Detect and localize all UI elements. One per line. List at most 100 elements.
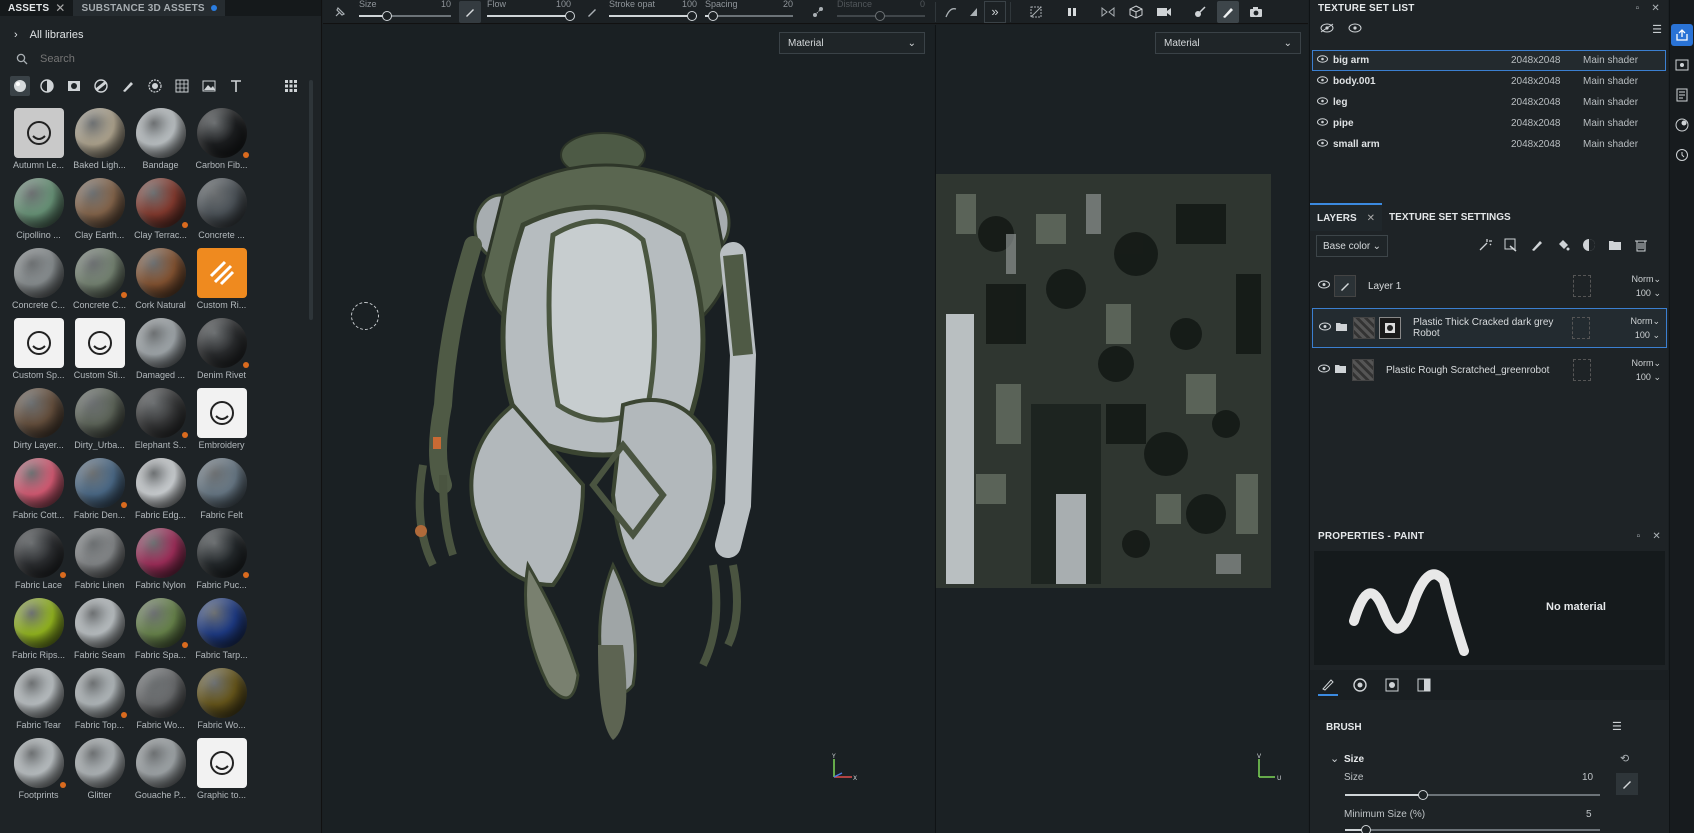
size-slider[interactable]: Size 10 — [359, 0, 451, 24]
filter-alphas-icon[interactable] — [145, 76, 165, 96]
asset-item[interactable]: Fabric Tarp... — [191, 598, 252, 663]
filter-textures-icon[interactable] — [172, 76, 192, 96]
channel-select[interactable]: Base color ⌄ — [1316, 235, 1388, 257]
filter-materials-icon[interactable] — [10, 76, 30, 96]
shader-settings-icon[interactable] — [1671, 84, 1693, 106]
asset-item[interactable]: Baked Ligh... — [69, 108, 130, 173]
lazy-mouse-icon[interactable] — [807, 1, 829, 23]
cube-icon[interactable] — [1125, 1, 1147, 23]
texture-set-row[interactable]: big arm 2048x2048 Main shader — [1312, 50, 1666, 71]
add-effect-icon[interactable] — [1476, 236, 1494, 254]
tab-substance-3d-assets[interactable]: SUBSTANCE 3D ASSETS — [73, 0, 225, 16]
add-mask-icon[interactable] — [1502, 236, 1520, 254]
asset-item[interactable]: Denim Rivet — [191, 318, 252, 383]
pin-icon[interactable] — [329, 1, 351, 23]
layer-row-folder[interactable]: Plastic Thick Cracked dark grey Robot Nor… — [1312, 308, 1667, 348]
asset-item[interactable]: Fabric Den... — [69, 458, 130, 523]
add-fill-layer-icon[interactable] — [1554, 236, 1572, 254]
asset-item[interactable]: Fabric Cott... — [8, 458, 69, 523]
stroke-opacity-knob[interactable] — [687, 11, 697, 21]
close-panel-icon[interactable]: ✕ — [1651, 3, 1660, 14]
show-all-icon[interactable] — [1348, 23, 1362, 36]
filter-environments-icon[interactable] — [199, 76, 219, 96]
size-slider-knob[interactable] — [1418, 790, 1428, 800]
asset-item[interactable]: Concrete C... — [69, 248, 130, 313]
filter-brushes-icon[interactable] — [118, 76, 138, 96]
close-icon[interactable]: ✕ — [55, 1, 65, 15]
viewport-3d[interactable]: Material ⌄ YX — [323, 25, 934, 833]
filter-filters-icon[interactable] — [91, 76, 111, 96]
layer-mask-thumbnail[interactable] — [1379, 317, 1401, 339]
asset-item[interactable]: Fabric Felt — [191, 458, 252, 523]
tab-texture-set-settings[interactable]: TEXTURE SET SETTINGS — [1382, 203, 1518, 231]
texture-set-row[interactable]: pipe 2048x2048 Main shader — [1312, 113, 1666, 134]
pause-icon[interactable] — [1061, 1, 1083, 23]
size-slider-knob[interactable] — [382, 11, 392, 21]
pen-pressure-button[interactable] — [1616, 773, 1638, 795]
asset-item[interactable]: Fabric Wo... — [191, 668, 252, 733]
asset-item[interactable]: Fabric Linen — [69, 528, 130, 593]
asset-item[interactable]: Custom Ri... — [191, 248, 252, 313]
more-tools-icon[interactable]: » — [984, 0, 1006, 23]
filter-smart-materials-icon[interactable] — [37, 76, 57, 96]
distance-knob[interactable] — [875, 11, 885, 21]
add-paint-layer-icon[interactable] — [1528, 236, 1546, 254]
visibility-eye-icon[interactable] — [1317, 76, 1333, 87]
asset-item[interactable]: Custom Sti... — [69, 318, 130, 383]
viewport-2d-mode-select[interactable]: Material ⌄ — [1155, 32, 1301, 54]
asset-item[interactable]: Concrete C... — [8, 248, 69, 313]
asset-item[interactable]: Cipollino ... — [8, 178, 69, 243]
visibility-eye-icon[interactable] — [1313, 322, 1335, 334]
alpha-tab-icon[interactable] — [1350, 674, 1370, 696]
size-slider-track[interactable] — [1345, 790, 1600, 800]
texture-set-row[interactable]: leg 2048x2048 Main shader — [1312, 92, 1666, 113]
flow-pen-pressure-icon[interactable] — [581, 1, 603, 23]
asset-item[interactable]: Clay Earth... — [69, 178, 130, 243]
visibility-eye-icon[interactable] — [1317, 139, 1333, 150]
float-panel-icon[interactable]: ▫ — [1637, 531, 1641, 542]
spacing-slider[interactable]: Spacing 20 — [705, 0, 793, 24]
flow-slider-knob[interactable] — [565, 11, 575, 21]
asset-item[interactable]: Fabric Spa... — [130, 598, 191, 663]
visibility-eye-icon[interactable] — [1317, 97, 1333, 108]
assets-scrollbar[interactable] — [309, 80, 313, 320]
blend-mode-select[interactable]: Norm⌄ 100 ⌄ — [1603, 356, 1667, 384]
align-icon[interactable] — [962, 1, 984, 23]
visibility-eye-icon[interactable] — [1312, 364, 1334, 376]
flow-slider[interactable]: Flow 100 — [487, 0, 575, 24]
layer-row-paint[interactable]: Layer 1 Norm⌄ 100 ⌄ — [1312, 266, 1667, 306]
asset-item[interactable]: Damaged ... — [130, 318, 191, 383]
asset-item[interactable]: Fabric Tear — [8, 668, 69, 733]
asset-item[interactable]: Cork Natural — [130, 248, 191, 313]
history-icon[interactable] — [1671, 144, 1693, 166]
asset-item[interactable]: Dirty_Urba... — [69, 388, 130, 453]
asset-item[interactable]: Fabric Lace — [8, 528, 69, 593]
search-input[interactable] — [40, 53, 240, 65]
asset-item[interactable]: Carbon Fib... — [191, 108, 252, 173]
asset-item[interactable]: Fabric Nylon — [130, 528, 191, 593]
camera-video-icon[interactable] — [1153, 1, 1175, 23]
delete-layer-icon[interactable] — [1632, 236, 1650, 254]
reset-icon[interactable]: ⟲ — [1620, 752, 1629, 765]
symmetry-icon[interactable] — [940, 1, 962, 23]
add-smart-material-icon[interactable] — [1580, 236, 1598, 254]
asset-item[interactable]: Fabric Seam — [69, 598, 130, 663]
bake-icon[interactable] — [1189, 1, 1211, 23]
visibility-eye-icon[interactable] — [1317, 55, 1333, 66]
asset-item[interactable]: Glitter — [69, 738, 130, 803]
hide-all-icon[interactable] — [1320, 23, 1334, 36]
grid-view-icon[interactable] — [281, 76, 301, 96]
close-icon[interactable]: ✕ — [1367, 213, 1375, 224]
export-icon[interactable] — [1671, 24, 1693, 46]
menu-icon[interactable]: ☰ — [1652, 23, 1662, 36]
visibility-eye-icon[interactable] — [1312, 280, 1334, 292]
close-panel-icon[interactable]: ✕ — [1652, 531, 1661, 542]
asset-item[interactable]: Graphic to... — [191, 738, 252, 803]
layer-row-folder[interactable]: Plastic Rough Scratched_greenrobot Norm⌄ 1… — [1312, 350, 1667, 390]
material-tab-icon[interactable] — [1414, 674, 1434, 696]
viewport-2d[interactable]: Material ⌄ VU — [935, 25, 1308, 833]
stencil-tab-icon[interactable] — [1382, 674, 1402, 696]
blend-mode-select[interactable]: Norm⌄ 100 ⌄ — [1603, 272, 1667, 300]
asset-item[interactable]: Footprints — [8, 738, 69, 803]
mirror-icon[interactable] — [1097, 1, 1119, 23]
